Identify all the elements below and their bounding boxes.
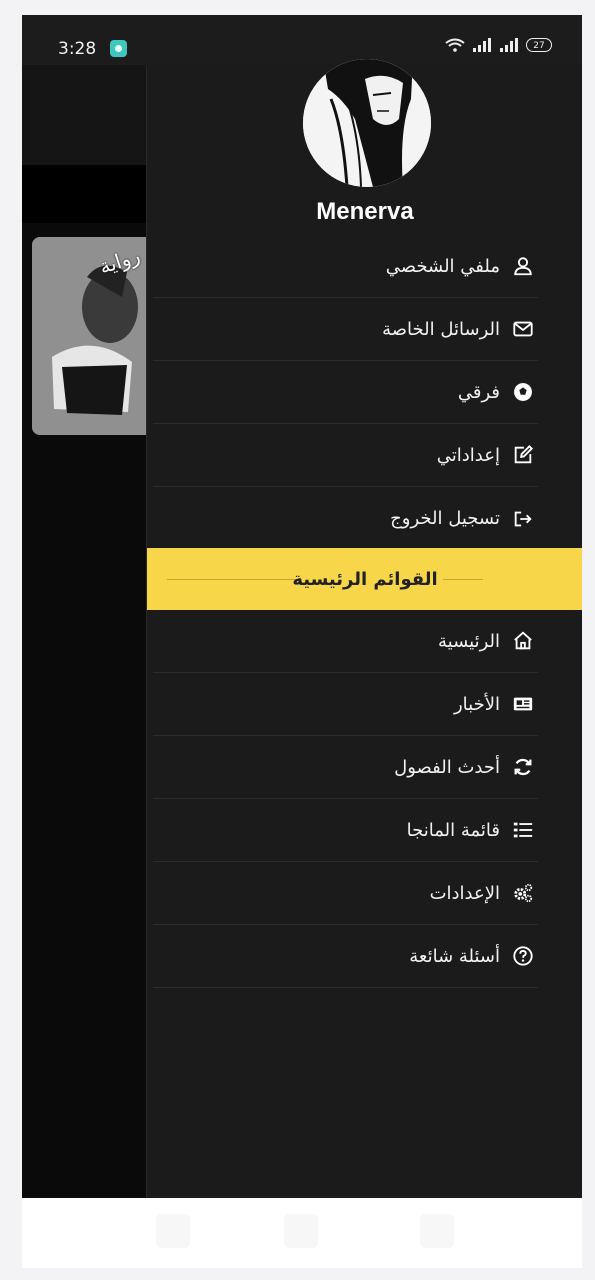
nav-item-label: أسئلة شائعة bbox=[409, 945, 500, 967]
nav-item-faq[interactable]: أسئلة شائعة bbox=[153, 925, 538, 988]
phone-screen: 3:28 27 رواية Menerva ملفي الشخصي الرسائ… bbox=[22, 15, 582, 1198]
nav-item-label: فرقي bbox=[457, 381, 500, 403]
nav-item-teams[interactable]: فرقي bbox=[153, 361, 538, 424]
nav-item-label: إعداداتي bbox=[436, 444, 500, 466]
newspaper-icon bbox=[510, 691, 536, 717]
edit-icon bbox=[510, 442, 536, 468]
refresh-icon bbox=[510, 754, 536, 780]
soccer-ball-icon bbox=[510, 379, 536, 405]
nav-item-manga-list[interactable]: قائمة المانجا bbox=[153, 799, 538, 862]
divider bbox=[443, 579, 483, 580]
nav-item-home[interactable]: الرئيسية bbox=[153, 610, 538, 673]
manga-cover-thumbnail[interactable]: رواية bbox=[32, 237, 146, 435]
gears-icon bbox=[510, 880, 536, 906]
divider bbox=[167, 579, 297, 580]
nav-item-label: الرسائل الخاصة bbox=[382, 318, 500, 340]
list-icon bbox=[510, 817, 536, 843]
wifi-icon bbox=[445, 38, 465, 52]
avatar-image bbox=[303, 59, 431, 187]
background-header bbox=[22, 65, 146, 165]
nav-item-label: ملفي الشخصي bbox=[385, 255, 500, 277]
nav-item-label: الرئيسية bbox=[438, 630, 500, 652]
signal-icon bbox=[473, 38, 491, 52]
logout-icon bbox=[510, 506, 536, 532]
nav-item-label: تسجيل الخروج bbox=[390, 508, 500, 529]
home-button[interactable] bbox=[284, 1214, 318, 1248]
back-button[interactable] bbox=[420, 1214, 454, 1248]
username: Menerva bbox=[316, 198, 414, 225]
background-app: رواية bbox=[22, 65, 146, 1198]
envelope-icon bbox=[510, 316, 536, 342]
avatar[interactable] bbox=[303, 59, 431, 187]
nav-item-my-settings[interactable]: إعداداتي bbox=[153, 424, 538, 487]
battery-icon: 27 bbox=[526, 38, 552, 52]
navigation-drawer: Menerva ملفي الشخصي الرسائل الخاصة فرقي bbox=[146, 59, 582, 1198]
status-bar: 3:28 27 bbox=[22, 15, 582, 65]
question-icon bbox=[510, 943, 536, 969]
section-header-title: القوائم الرئيسية bbox=[292, 568, 438, 590]
background-band bbox=[22, 165, 146, 223]
system-navigation-bar bbox=[22, 1198, 582, 1268]
status-time: 3:28 bbox=[58, 39, 97, 59]
section-header-main-menus: القوائم الرئيسية bbox=[147, 548, 582, 610]
nav-item-news[interactable]: الأخبار bbox=[153, 673, 538, 736]
nav-item-label: قائمة المانجا bbox=[406, 819, 500, 841]
home-icon bbox=[510, 628, 536, 654]
nav-item-label: الأخبار bbox=[453, 693, 500, 715]
notification-app-icon bbox=[110, 40, 127, 57]
nav-item-settings[interactable]: الإعدادات bbox=[153, 862, 538, 925]
nav-item-logout[interactable]: تسجيل الخروج bbox=[153, 487, 538, 550]
user-icon bbox=[510, 253, 536, 279]
nav-item-messages[interactable]: الرسائل الخاصة bbox=[153, 298, 538, 361]
nav-item-label: الإعدادات bbox=[429, 882, 500, 904]
signal-icon-2 bbox=[500, 38, 518, 52]
status-indicators: 27 bbox=[445, 38, 552, 52]
recent-apps-button[interactable] bbox=[156, 1214, 190, 1248]
nav-item-label: أحدث الفصول bbox=[394, 756, 500, 778]
nav-item-profile[interactable]: ملفي الشخصي bbox=[153, 235, 538, 298]
nav-item-latest-chapters[interactable]: أحدث الفصول bbox=[153, 736, 538, 799]
